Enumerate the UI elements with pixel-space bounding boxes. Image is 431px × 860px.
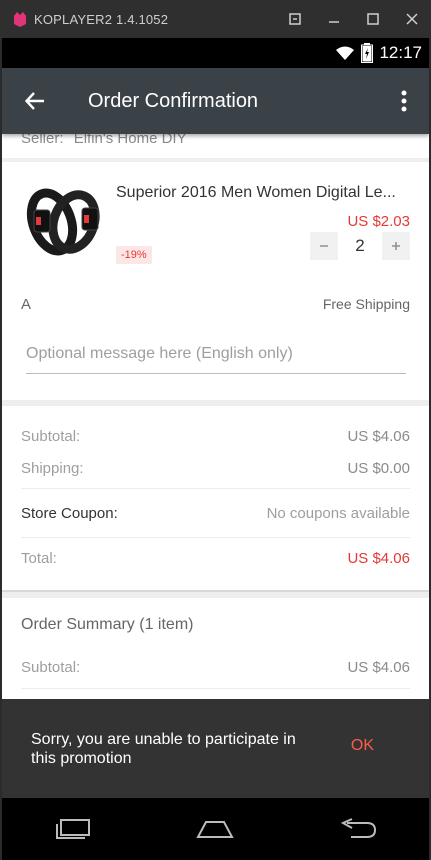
android-device-screen: 12:17 Order Confirmation Seller: Elfin's… [2,38,429,860]
order-content[interactable]: Seller: Elfin's Home DIY Superior 2016 M… [2,134,429,737]
overflow-menu-button[interactable] [379,68,429,134]
shipping-method[interactable]: Free Shipping [323,296,410,312]
divider [21,688,410,689]
emulator-restore-button[interactable] [275,0,314,38]
discount-badge: -19% [116,246,152,264]
subtotal-row: Subtotal: US $4.06 [21,428,410,445]
arrow-back-icon [25,92,44,110]
total-label: Total: [21,550,57,567]
koplayer-logo-icon [14,12,26,27]
minimize-icon [328,21,339,23]
back-nav-button[interactable] [328,807,388,851]
emulator-minimize-button[interactable] [314,0,353,38]
plus-icon [392,242,400,250]
snackbar-message: Sorry, you are unable to participate in … [31,730,296,767]
emulator-maximize-button[interactable] [353,0,392,38]
recent-apps-button[interactable] [43,807,103,851]
subtotal-value: US $4.06 [347,428,410,445]
back-button[interactable] [2,68,68,134]
quantity-value[interactable]: 2 [338,236,382,256]
divider [21,488,410,489]
shipping-option[interactable]: A [21,296,31,313]
store-coupon-value: No coupons available [266,505,410,522]
shipping-label: Shipping: [21,460,84,477]
shipping-value: US $0.00 [347,460,410,477]
seller-message-input[interactable]: Optional message here (English only) [26,340,406,374]
seller-label: Seller: [21,134,64,147]
recent-apps-icon [56,819,91,839]
divider [21,537,410,538]
store-coupon-row[interactable]: Store Coupon: No coupons available [21,505,410,522]
product-price: US $2.03 [347,213,410,230]
back-nav-icon [340,818,376,838]
product-image[interactable] [24,186,104,260]
decrease-quantity-button[interactable] [310,232,338,260]
close-icon [405,13,418,25]
status-time: 12:17 [379,43,422,62]
home-button[interactable] [185,807,245,851]
emulator-title-bar: KOPLAYER2 1.4.1052 [0,0,431,38]
quantity-stepper: 2 [310,231,410,261]
subtotal-label: Subtotal: [21,428,81,445]
page-title: Order Confirmation [88,89,259,112]
summary-subtotal-label: Subtotal: [21,659,81,676]
home-icon [196,821,235,838]
shipping-row: Shipping: US $0.00 [21,460,410,477]
system-nav-bar [2,798,429,860]
promotion-snackbar: Sorry, you are unable to participate in … [2,699,429,798]
product-title[interactable]: Superior 2016 Men Women Digital Le... [116,184,412,202]
product-card: Superior 2016 Men Women Digital Le... US… [2,162,429,400]
more-vertical-icon [401,90,407,112]
battery-icon [361,43,374,63]
increase-quantity-button[interactable] [382,232,410,260]
total-row: Total: US $4.06 [21,550,410,567]
seller-row: Seller: Elfin's Home DIY [2,134,429,158]
maximize-icon [366,13,379,25]
summary-subtotal-value: US $4.06 [347,659,410,676]
store-coupon-label: Store Coupon: [21,505,118,522]
emulator-close-button[interactable] [392,0,431,38]
status-bar: 12:17 [2,38,429,68]
seller-name: Elfin's Home DIY [73,134,187,147]
emulator-title: KOPLAYER2 1.4.1052 [34,11,169,27]
window-box-icon [288,13,301,25]
order-summary-title: Order Summary (1 item) [21,616,194,633]
order-totals: Subtotal: US $4.06 Shipping: US $0.00 St… [2,406,429,592]
app-bar: Order Confirmation [2,68,429,134]
minus-icon [320,245,328,247]
total-value: US $4.06 [347,550,410,567]
snackbar-ok-button[interactable]: OK [351,737,374,755]
wifi-icon [336,46,355,60]
summary-subtotal-row: Subtotal: US $4.06 [21,659,410,676]
